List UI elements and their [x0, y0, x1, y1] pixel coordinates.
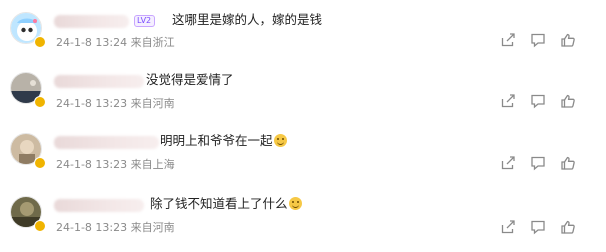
- grin-emoji-icon: [288, 197, 302, 210]
- comment-text-body: 明明上和爷爷在一起: [160, 133, 273, 148]
- comment-meta: 24-1-8 13:23 来自上海: [56, 158, 175, 171]
- share-icon[interactable]: [500, 155, 516, 171]
- comment-text: 明明上和爷爷在一起: [160, 133, 287, 149]
- comment-actions: [496, 155, 596, 173]
- grin-emoji-icon: [273, 134, 287, 147]
- comment-item: 除了钱不知道看上了什么 24-1-8 13:23 来自河南: [0, 186, 606, 246]
- thumbs-up-icon[interactable]: [560, 32, 576, 48]
- verified-badge-icon: [34, 96, 46, 108]
- comment-icon[interactable]: [530, 93, 546, 109]
- comment-text-body: 除了钱不知道看上了什么: [150, 196, 288, 211]
- username-blurred[interactable]: [54, 15, 129, 28]
- username-blurred[interactable]: [54, 199, 144, 212]
- comment-text: 这哪里是嫁的人，嫁的是钱: [172, 12, 323, 27]
- comment-meta: 24-1-8 13:24 来自浙江: [56, 36, 175, 49]
- comment-text: 除了钱不知道看上了什么: [150, 196, 302, 212]
- verified-badge-icon: [34, 36, 46, 48]
- comment-meta: 24-1-8 13:23 来自河南: [56, 221, 175, 234]
- share-icon[interactable]: [500, 93, 516, 109]
- comment-icon[interactable]: [530, 219, 546, 235]
- thumbs-up-icon[interactable]: [560, 155, 576, 171]
- comment-actions: [496, 219, 596, 237]
- username-blurred[interactable]: [54, 136, 159, 149]
- comment-item: 没觉得是爱情了 24-1-8 13:23 来自河南: [0, 62, 606, 122]
- comment-icon[interactable]: [530, 32, 546, 48]
- comment-item: 明明上和爷爷在一起 24-1-8 13:23 来自上海: [0, 124, 606, 184]
- comment-actions: [496, 93, 596, 111]
- comment-meta: 24-1-8 13:23 来自河南: [56, 97, 175, 110]
- verified-badge-icon: [34, 157, 46, 169]
- share-icon[interactable]: [500, 219, 516, 235]
- comment-icon[interactable]: [530, 155, 546, 171]
- share-icon[interactable]: [500, 32, 516, 48]
- comment-text: 没觉得是爱情了: [146, 72, 234, 87]
- thumbs-up-icon[interactable]: [560, 93, 576, 109]
- level-badge-text: LV2: [137, 16, 152, 25]
- thumbs-up-icon[interactable]: [560, 219, 576, 235]
- comment-item: LV2 这哪里是嫁的人，嫁的是钱 24-1-8 13:24 来自浙江: [0, 0, 606, 60]
- comment-actions: [496, 32, 596, 50]
- username-blurred[interactable]: [54, 75, 144, 88]
- verified-badge-icon: [34, 220, 46, 232]
- level-badge: LV2: [134, 15, 156, 27]
